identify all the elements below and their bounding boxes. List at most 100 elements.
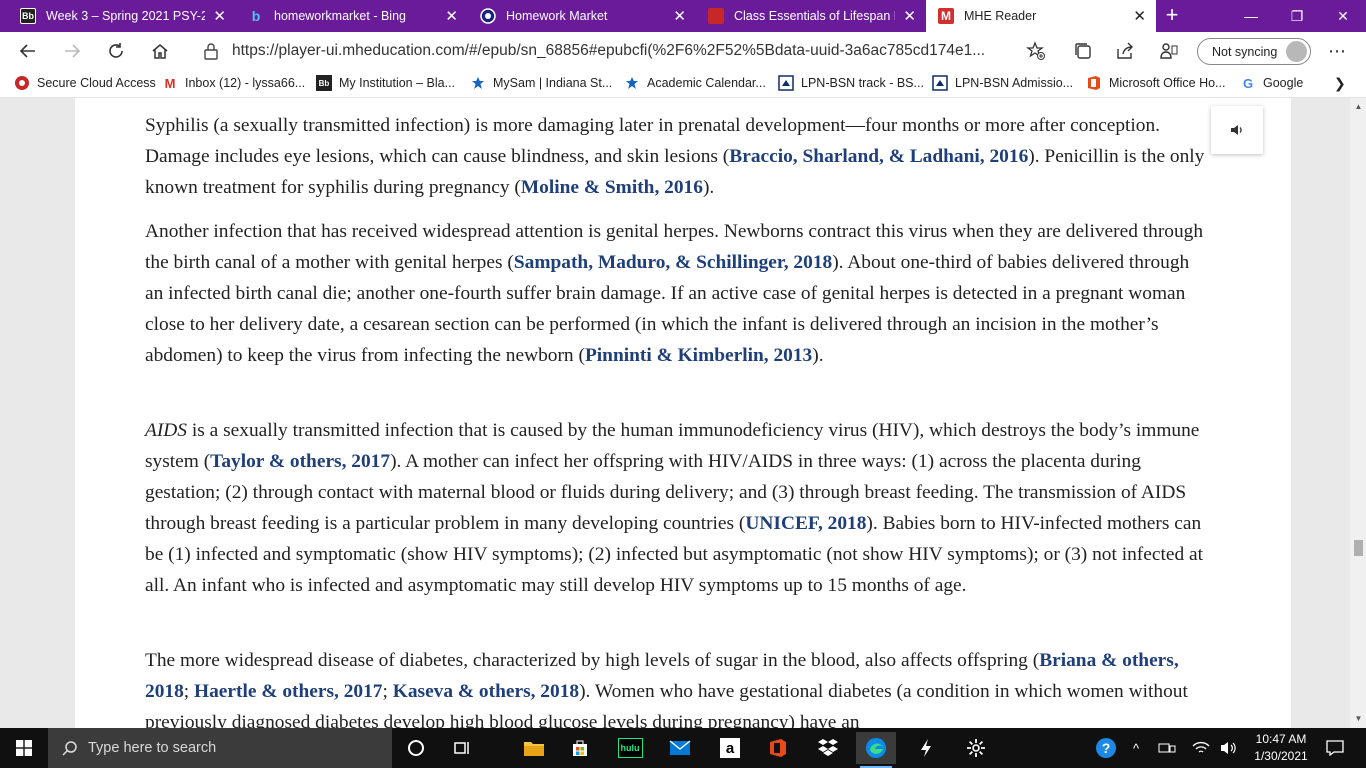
- paragraph-genital-herpes: Another infection that has received wide…: [145, 216, 1205, 371]
- favorite-academic-calendar[interactable]: Academic Calendar...: [624, 75, 766, 91]
- chevron-right-icon: ❯: [1334, 75, 1346, 91]
- text-run: ;: [183, 681, 195, 702]
- citation-link[interactable]: Kaseva & others, 2018: [393, 681, 579, 702]
- new-tab-button[interactable]: +: [1160, 4, 1184, 28]
- start-button[interactable]: [0, 728, 48, 768]
- share-button[interactable]: [1114, 40, 1136, 62]
- show-hidden-icons-button[interactable]: ^: [1126, 736, 1146, 760]
- dropbox-button[interactable]: [808, 732, 848, 764]
- amazon-button[interactable]: a: [710, 732, 750, 764]
- favorite-google[interactable]: G Google: [1240, 75, 1303, 91]
- sync-button[interactable]: Not syncing: [1197, 38, 1311, 65]
- help-tray-button[interactable]: ?: [1094, 736, 1118, 760]
- citation-link[interactable]: Haertle & others, 2017: [194, 681, 382, 702]
- vertical-scrollbar[interactable]: ▲ ▼: [1350, 98, 1366, 728]
- text-run: ;: [382, 681, 393, 702]
- citation-link[interactable]: Moline & Smith, 2016: [521, 177, 703, 198]
- tab-close-icon[interactable]: ✕: [445, 7, 458, 25]
- task-view-icon: [454, 742, 469, 754]
- page-viewport: Syphilis (a sexually transmitted infecti…: [0, 98, 1366, 728]
- citation-link[interactable]: UNICEF, 2018: [745, 513, 866, 534]
- scroll-thumb[interactable]: [1354, 540, 1363, 556]
- search-icon: [62, 741, 77, 756]
- tab-week3[interactable]: Bb Week 3 – Spring 2021 PSY-266 ✕: [8, 0, 236, 32]
- forward-arrow-icon: [65, 44, 81, 58]
- bookmark-icon: [932, 75, 948, 91]
- clock-time: 10:47 AM: [1255, 732, 1307, 746]
- hulu-icon: hulu: [617, 738, 643, 758]
- mail-button[interactable]: [660, 732, 700, 764]
- tab-close-icon[interactable]: ✕: [1133, 7, 1146, 25]
- home-button[interactable]: [146, 39, 174, 63]
- favorite-secure-cloud[interactable]: Secure Cloud Access: [14, 75, 156, 91]
- power-automate-button[interactable]: [906, 732, 946, 764]
- forward-button[interactable]: [58, 39, 86, 63]
- scroll-down-icon[interactable]: ▼: [1354, 714, 1363, 723]
- text-run: The more widespread disease of diabetes,…: [145, 650, 1040, 671]
- tab-title: Class Essentials of Lifespan De: [734, 9, 896, 23]
- favorite-lpn-bsn-admissions[interactable]: LPN-BSN Admissio...: [932, 75, 1073, 91]
- tab-mhe-reader[interactable]: M MHE Reader ✕: [926, 0, 1156, 32]
- favorite-mysam[interactable]: MySam | Indiana St...: [470, 75, 612, 91]
- mail-icon: [669, 740, 691, 755]
- settings-menu-button[interactable]: ⋯: [1326, 40, 1348, 62]
- microsoft-store-button[interactable]: [560, 732, 600, 764]
- amazon-icon: a: [720, 738, 740, 758]
- favorite-microsoft-office[interactable]: Microsoft Office Ho...: [1086, 75, 1225, 91]
- file-explorer-button[interactable]: [514, 732, 554, 764]
- gmail-icon: M: [164, 75, 176, 91]
- gear-icon: [967, 739, 985, 757]
- edge-button[interactable]: [856, 732, 896, 768]
- add-favorite-button[interactable]: [1025, 40, 1047, 62]
- refresh-icon: [109, 43, 123, 58]
- favorite-lpn-bsn-track[interactable]: LPN-BSN track - BS...: [778, 75, 924, 91]
- bookmark-icon: [778, 75, 794, 91]
- extensions-icon: [1160, 43, 1178, 59]
- collections-button[interactable]: [1072, 40, 1094, 62]
- office-button[interactable]: [758, 732, 798, 764]
- favorite-label: MySam | Indiana St...: [493, 76, 613, 90]
- favorite-inbox[interactable]: M Inbox (12) - lyssa66...: [162, 75, 306, 91]
- favorite-my-institution[interactable]: Bb My Institution – Bla...: [316, 75, 455, 91]
- dropbox-icon: [818, 739, 838, 756]
- device-icon: [1158, 743, 1176, 753]
- notifications-button[interactable]: [1322, 736, 1348, 760]
- homework-market-icon: [480, 8, 496, 24]
- tab-class-essentials[interactable]: Class Essentials of Lifespan De ✕: [696, 0, 926, 32]
- ebook-reader: Syphilis (a sexually transmitted infecti…: [75, 98, 1291, 728]
- tab-homework-market[interactable]: Homework Market ✕: [468, 0, 696, 32]
- settings-button[interactable]: [956, 732, 996, 764]
- tab-close-icon[interactable]: ✕: [213, 7, 226, 25]
- task-view-button[interactable]: [442, 732, 482, 764]
- citation-link[interactable]: Sampath, Maduro, & Schillinger, 2018: [514, 252, 832, 273]
- cortana-button[interactable]: [396, 732, 436, 764]
- search-placeholder: Type here to search: [88, 740, 217, 756]
- address-bar[interactable]: https://player-ui.mheducation.com/#/epub…: [196, 37, 1052, 65]
- more-favorites-button[interactable]: ❯: [1334, 75, 1346, 92]
- scroll-up-icon[interactable]: ▲: [1354, 102, 1363, 111]
- maximize-button[interactable]: ❐: [1274, 0, 1320, 32]
- paragraph-diabetes: The more widespread disease of diabetes,…: [145, 645, 1205, 728]
- read-aloud-button[interactable]: [1211, 106, 1263, 154]
- tab-close-icon[interactable]: ✕: [673, 7, 686, 25]
- taskbar: Type here to search hulu a ? ^ 10:47 AM …: [0, 728, 1366, 768]
- tab-bing[interactable]: b homeworkmarket - Bing ✕: [236, 0, 468, 32]
- citation-link[interactable]: Braccio, Sharland, & Ladhani, 2016: [729, 146, 1028, 167]
- volume-tray-button[interactable]: [1218, 736, 1240, 760]
- favorite-label: Inbox (12) - lyssa66...: [185, 76, 306, 90]
- windows-logo-icon: [16, 740, 32, 756]
- citation-link[interactable]: Pinninti & Kimberlin, 2013: [585, 345, 812, 366]
- hulu-button[interactable]: hulu: [610, 732, 650, 764]
- tab-close-icon[interactable]: ✕: [903, 7, 916, 25]
- system-clock[interactable]: 10:47 AM 1/30/2021: [1244, 731, 1318, 765]
- refresh-button[interactable]: [102, 39, 130, 63]
- close-window-button[interactable]: ✕: [1320, 0, 1366, 32]
- minimize-button[interactable]: —: [1228, 0, 1274, 32]
- wifi-tray-button[interactable]: [1190, 736, 1212, 760]
- citation-link[interactable]: Taylor & others, 2017: [210, 451, 390, 472]
- device-tray-icon[interactable]: [1156, 736, 1178, 760]
- extensions-button[interactable]: [1158, 40, 1180, 62]
- share-icon: [1117, 42, 1133, 59]
- taskbar-search-input[interactable]: Type here to search: [48, 728, 392, 768]
- back-button[interactable]: [14, 39, 42, 63]
